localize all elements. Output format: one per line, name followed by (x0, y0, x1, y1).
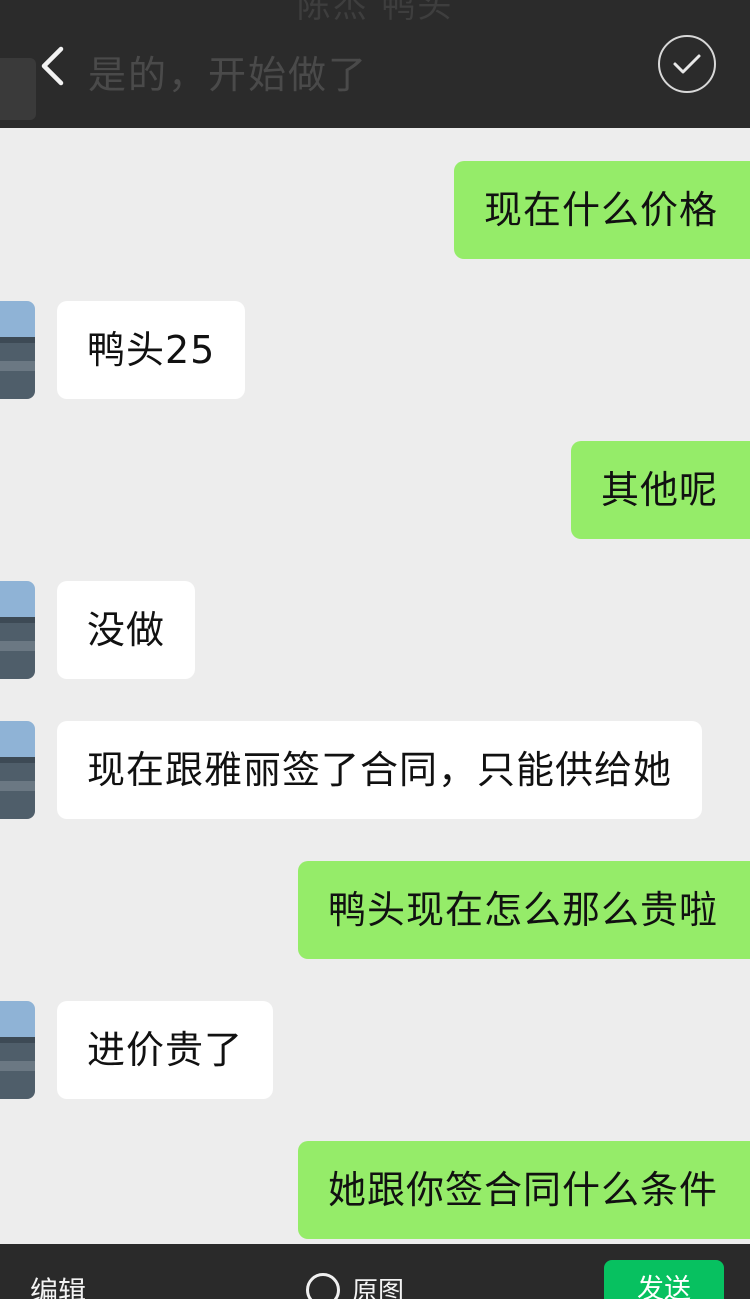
edit-button[interactable]: 编辑 (30, 1270, 86, 1299)
avatar-image (0, 581, 35, 679)
contact-avatar[interactable] (0, 1001, 35, 1099)
back-button[interactable] (28, 40, 76, 92)
incoming-message-bubble[interactable]: 没做 (57, 581, 196, 679)
avatar-image (0, 1001, 35, 1099)
radio-circle-icon[interactable] (306, 1272, 340, 1299)
top-bar: 陈杰 鸭头 是的，开始做了 (0, 0, 750, 128)
confirm-button[interactable] (658, 35, 716, 93)
contact-avatar[interactable] (0, 721, 35, 819)
original-image-toggle[interactable]: 原图 (306, 1271, 404, 1299)
incoming-message-bubble[interactable]: 鸭头25 (57, 301, 246, 399)
check-icon (673, 54, 701, 74)
contact-avatar[interactable] (0, 301, 35, 399)
incoming-message-bubble[interactable]: 现在跟雅丽签了合同，只能供给她 (57, 721, 703, 819)
original-image-label: 原图 (352, 1277, 405, 1299)
outgoing-message-bubble[interactable]: 她跟你签合同什么条件 (297, 1141, 750, 1239)
ghost-message: 是的，开始做了 (88, 53, 369, 97)
incoming-message-bubble[interactable]: 进价贵了 (57, 1001, 274, 1099)
send-button[interactable]: 发送 (604, 1260, 724, 1299)
chevron-left-icon (41, 46, 64, 86)
chat-preview-screen: 陈杰 鸭头 是的，开始做了 现在什么价格 鸭头25 其他呢 没做 现在跟雅丽签了… (0, 0, 750, 1299)
outgoing-message-bubble[interactable]: 其他呢 (570, 441, 750, 539)
outgoing-message-bubble[interactable]: 鸭头现在怎么那么贵啦 (297, 861, 750, 959)
ghost-chat-title: 陈杰 鸭头 (296, 0, 454, 26)
avatar-image (0, 301, 35, 399)
outgoing-message-bubble[interactable]: 现在什么价格 (453, 161, 750, 259)
avatar-image (0, 721, 35, 819)
contact-avatar[interactable] (0, 581, 35, 679)
bottom-bar: 编辑 原图 发送 (0, 1244, 750, 1299)
